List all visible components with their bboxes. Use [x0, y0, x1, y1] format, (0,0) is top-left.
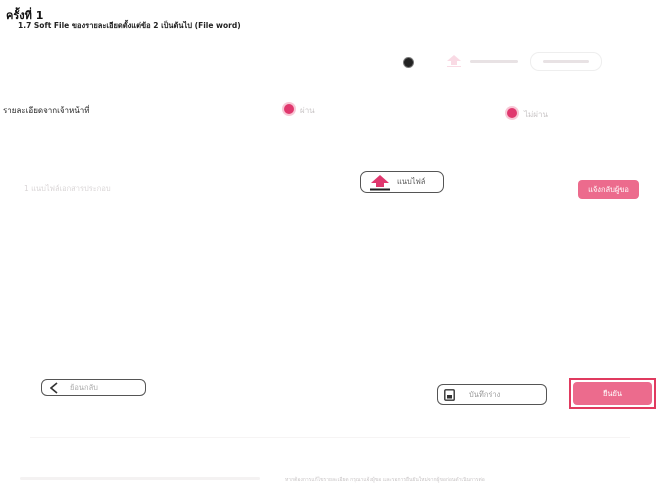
footer-note: หากต้องการแก้ไขรายละเอียด กรุณาแจ้งผู้ขอ…	[285, 477, 485, 483]
radio-option-two[interactable]	[507, 108, 517, 118]
back-button[interactable]: ย้อนกลับ	[41, 379, 146, 396]
details-label: รายละเอียดจากเจ้าหน้าที่	[3, 106, 90, 115]
confirm-button[interactable]: ยืนยัน	[573, 382, 652, 405]
section-subtitle: 1.7 Soft File ของรายละเอียดตั้งแต่ข้อ 2 …	[18, 21, 241, 30]
divider	[30, 437, 630, 438]
document-placeholder: 1 แนบไฟล์เอกสารประกอบ	[24, 184, 111, 193]
ghost-pill	[530, 52, 602, 71]
back-label: ย้อนกลับ	[70, 382, 98, 392]
return-to-requester-button[interactable]: แจ้งกลับผู้ขอ	[578, 180, 639, 199]
radio-option-two-label: ไม่ผ่าน	[524, 110, 548, 119]
upload-file-button[interactable]: แนบไฟล์	[360, 171, 444, 193]
chevron-left-icon	[50, 381, 58, 394]
upload-file-label: แนบไฟล์	[397, 177, 426, 186]
ghost-status-area	[470, 58, 525, 66]
radio-option-one[interactable]	[284, 104, 294, 114]
upload-icon	[370, 174, 390, 190]
radio-option-one-label: ผ่าน	[300, 106, 315, 115]
status-dot-icon	[404, 58, 413, 67]
save-draft-label: บันทึกร่าง	[469, 389, 501, 399]
save-icon	[444, 388, 455, 401]
footer-faint-text	[20, 477, 260, 480]
upload-ghost-icon	[447, 55, 461, 67]
confirm-button-highlight: ยืนยัน	[569, 378, 656, 409]
save-draft-button[interactable]: บันทึกร่าง	[437, 384, 547, 405]
